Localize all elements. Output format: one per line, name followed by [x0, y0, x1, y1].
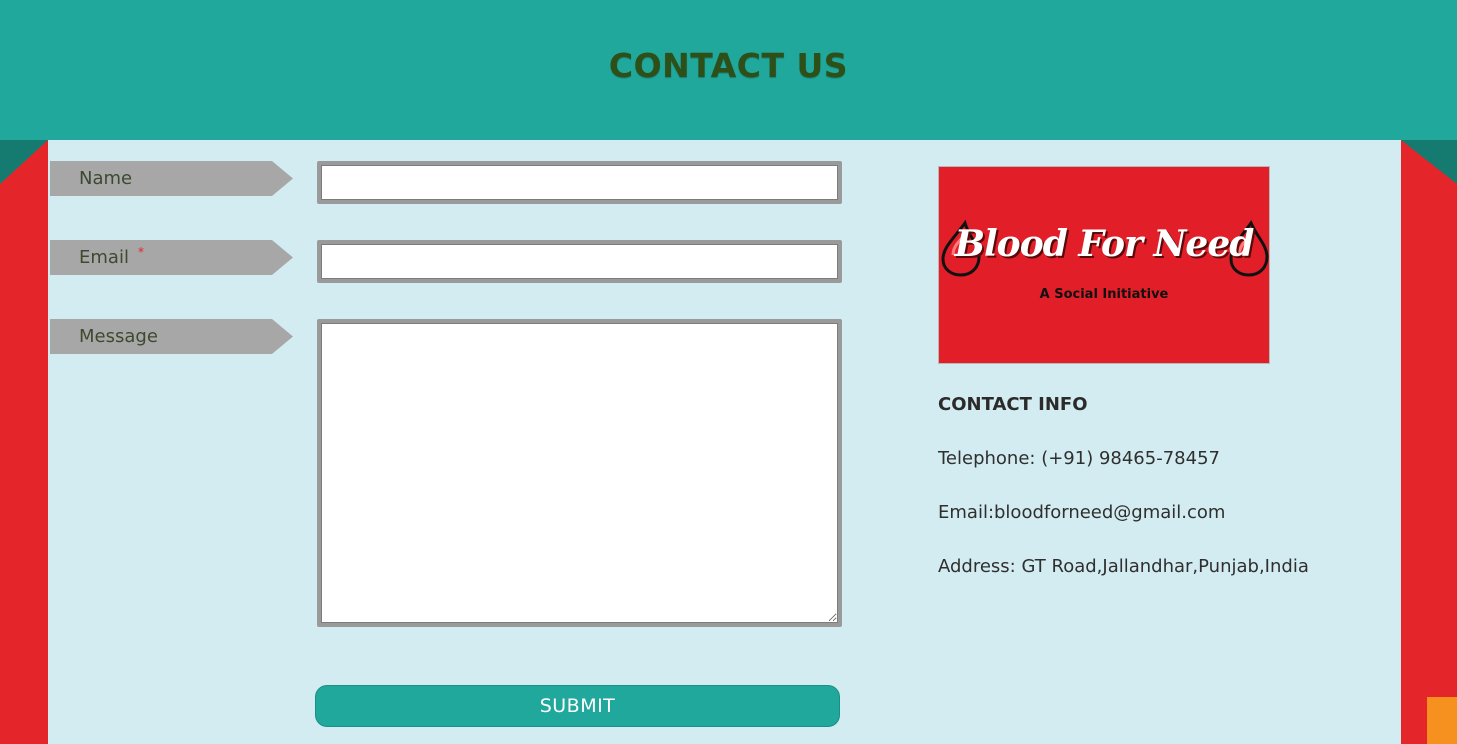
address-text: Address: GT Road,Jallandhar,Punjab,India	[938, 556, 1309, 577]
submit-button[interactable]: SUBMIT	[315, 685, 840, 727]
logo-title: Blood For Need	[954, 223, 1255, 265]
email-label-text: Email	[79, 247, 129, 268]
header-banner: CONTACT US	[0, 0, 1457, 140]
name-field-frame	[317, 161, 842, 204]
ribbon-fold-left	[0, 140, 48, 184]
blood-drop-icons	[941, 219, 1269, 277]
message-textarea[interactable]	[321, 323, 838, 623]
message-field-frame	[317, 319, 842, 627]
blood-for-need-logo: Blood For Need A Social Initiative	[938, 166, 1270, 364]
ribbon-fold-right	[1401, 140, 1457, 184]
email-field-frame	[317, 240, 842, 283]
page: CONTACT US Name Email * Message SUBMIT B…	[0, 0, 1457, 744]
scroll-top-tab[interactable]	[1427, 697, 1457, 744]
contact-panel: Name Email * Message SUBMIT Blood For Nee…	[48, 140, 1401, 744]
name-input[interactable]	[321, 165, 838, 200]
email-input[interactable]	[321, 244, 838, 279]
message-label-text: Message	[79, 326, 158, 347]
required-asterisk: *	[137, 245, 144, 259]
email-text: Email:bloodforneed@gmail.com	[938, 502, 1226, 523]
email-label: Email *	[50, 240, 293, 275]
name-label-text: Name	[79, 168, 133, 189]
contact-info-heading: CONTACT INFO	[938, 394, 1088, 415]
name-label: Name	[50, 161, 293, 196]
page-title: CONTACT US	[608, 46, 849, 85]
logo-tagline: A Social Initiative	[1039, 287, 1169, 302]
message-label: Message	[50, 319, 293, 354]
telephone-text: Telephone: (+91) 98465-78457	[938, 448, 1220, 469]
